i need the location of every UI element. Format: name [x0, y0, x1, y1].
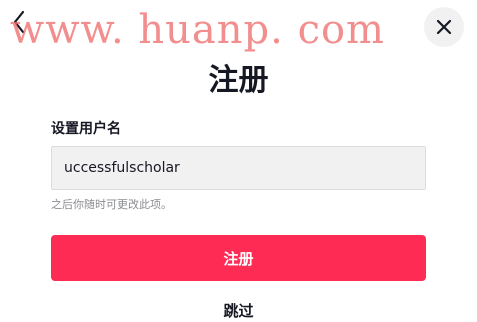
username-input[interactable] — [51, 146, 426, 190]
username-hint: 之后你随时可更改此项。 — [51, 198, 172, 211]
signup-button[interactable]: 注册 — [51, 235, 426, 281]
watermark-text: www. huanp. com — [10, 7, 385, 53]
close-icon — [436, 19, 452, 35]
username-label: 设置用户名 — [51, 121, 121, 137]
signup-page: www. huanp. com 注册 设置用户名 之后你随时可更改此项。 注册 … — [0, 0, 477, 322]
close-button[interactable] — [424, 7, 464, 47]
skip-link[interactable]: 跳过 — [0, 301, 477, 321]
page-title: 注册 — [208, 63, 269, 98]
